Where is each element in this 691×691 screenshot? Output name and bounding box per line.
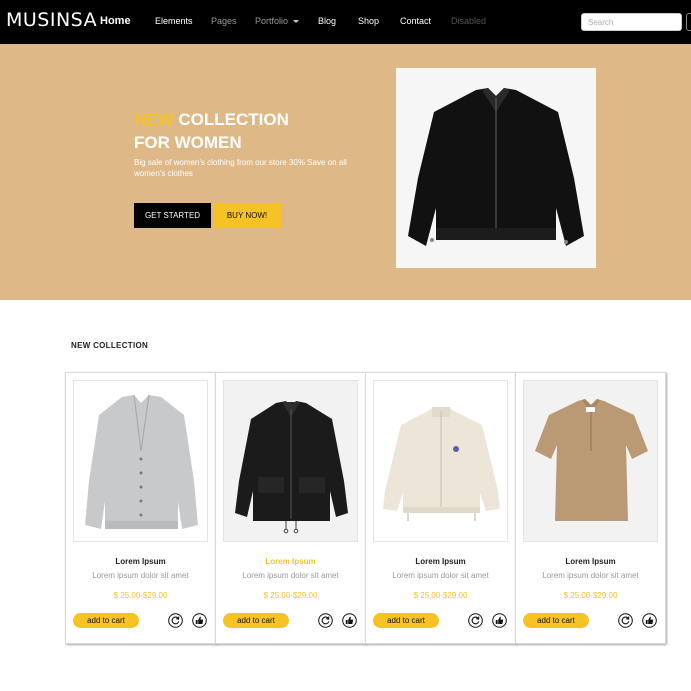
product-description: Lorem ipsum dolor sit amet — [242, 571, 339, 580]
nav-portfolio[interactable]: Portfolio — [255, 16, 300, 26]
hero-title-accent: NEW — [134, 110, 174, 129]
hero-product-image — [396, 68, 596, 268]
chevron-down-icon — [293, 20, 300, 24]
nav-blog[interactable]: Blog — [318, 16, 336, 26]
product-price: $ 25.00-$29.00 — [113, 591, 168, 600]
nav-home[interactable]: Home — [100, 15, 131, 27]
section-title: NEW COLLECTION — [71, 341, 149, 350]
hero-description: Big sale of women's clothing from our st… — [134, 158, 347, 178]
add-to-cart-button[interactable]: add to cart — [523, 613, 589, 628]
product-description: Lorem ipsum dolor sit amet — [392, 571, 489, 580]
add-to-cart-button[interactable]: add to cart — [373, 613, 439, 628]
refresh-icon[interactable] — [618, 613, 633, 628]
product-price: $ 25.00-$29.00 — [413, 591, 468, 600]
search-button[interactable] — [686, 13, 691, 31]
product-name[interactable]: Lorem Ipsum — [366, 557, 515, 566]
hero-title: NEW COLLECTION FOR WOMEN — [134, 108, 289, 154]
nav-pages[interactable]: Pages — [211, 16, 237, 26]
navbar: MUSINSA Home Elements Pages Portfolio Bl… — [0, 0, 691, 44]
hero-title-rest: COLLECTION — [173, 110, 289, 129]
product-card[interactable]: Lorem Ipsum Lorem ipsum dolor sit amet $… — [365, 372, 516, 644]
nav-contact[interactable]: Contact — [400, 16, 431, 26]
product-image-gray-cardigan[interactable] — [73, 380, 208, 542]
thumbs-up-icon[interactable] — [192, 613, 207, 628]
product-image-black-jacket[interactable] — [223, 380, 358, 542]
product-image-cream-fleece-jacket[interactable] — [373, 380, 508, 542]
nav-portfolio-label: Portfolio — [255, 16, 289, 26]
search-input[interactable] — [581, 13, 682, 31]
add-to-cart-button[interactable]: add to cart — [73, 613, 139, 628]
product-price: $ 25.00-$29.00 — [563, 591, 618, 600]
hero-banner: NEW COLLECTION FOR WOMEN Big sale of wom… — [0, 44, 691, 300]
brand-logo[interactable]: MUSINSA — [6, 9, 97, 31]
product-name[interactable]: Lorem Ipsum — [216, 557, 365, 566]
buy-now-button[interactable]: BUY NOW! — [213, 203, 281, 228]
thumbs-up-icon[interactable] — [342, 613, 357, 628]
product-card[interactable]: Lorem Ipsum Lorem ipsum dolor sit amet $… — [515, 372, 666, 644]
refresh-icon[interactable] — [168, 613, 183, 628]
add-to-cart-button[interactable]: add to cart — [223, 613, 289, 628]
product-description: Lorem ipsum dolor sit amet — [92, 571, 189, 580]
get-started-button[interactable]: GET STARTED — [134, 203, 211, 228]
product-price: $ 25.00-$29.00 — [263, 591, 318, 600]
nav-shop[interactable]: Shop — [358, 16, 379, 26]
product-card[interactable]: Lorem Ipsum Lorem ipsum dolor sit amet $… — [65, 372, 216, 644]
product-name[interactable]: Lorem Ipsum — [66, 557, 215, 566]
product-description: Lorem ipsum dolor sit amet — [542, 571, 639, 580]
nav-elements[interactable]: Elements — [155, 16, 193, 26]
product-name[interactable]: Lorem Ipsum — [516, 557, 665, 566]
product-card[interactable]: Lorem Ipsum Lorem ipsum dolor sit amet $… — [215, 372, 366, 644]
thumbs-up-icon[interactable] — [492, 613, 507, 628]
refresh-icon[interactable] — [468, 613, 483, 628]
hero-title-line2: FOR WOMEN — [134, 133, 242, 152]
refresh-icon[interactable] — [318, 613, 333, 628]
thumbs-up-icon[interactable] — [642, 613, 657, 628]
nav-disabled: Disabled — [451, 16, 487, 26]
product-image-beige-shirt[interactable] — [523, 380, 658, 542]
